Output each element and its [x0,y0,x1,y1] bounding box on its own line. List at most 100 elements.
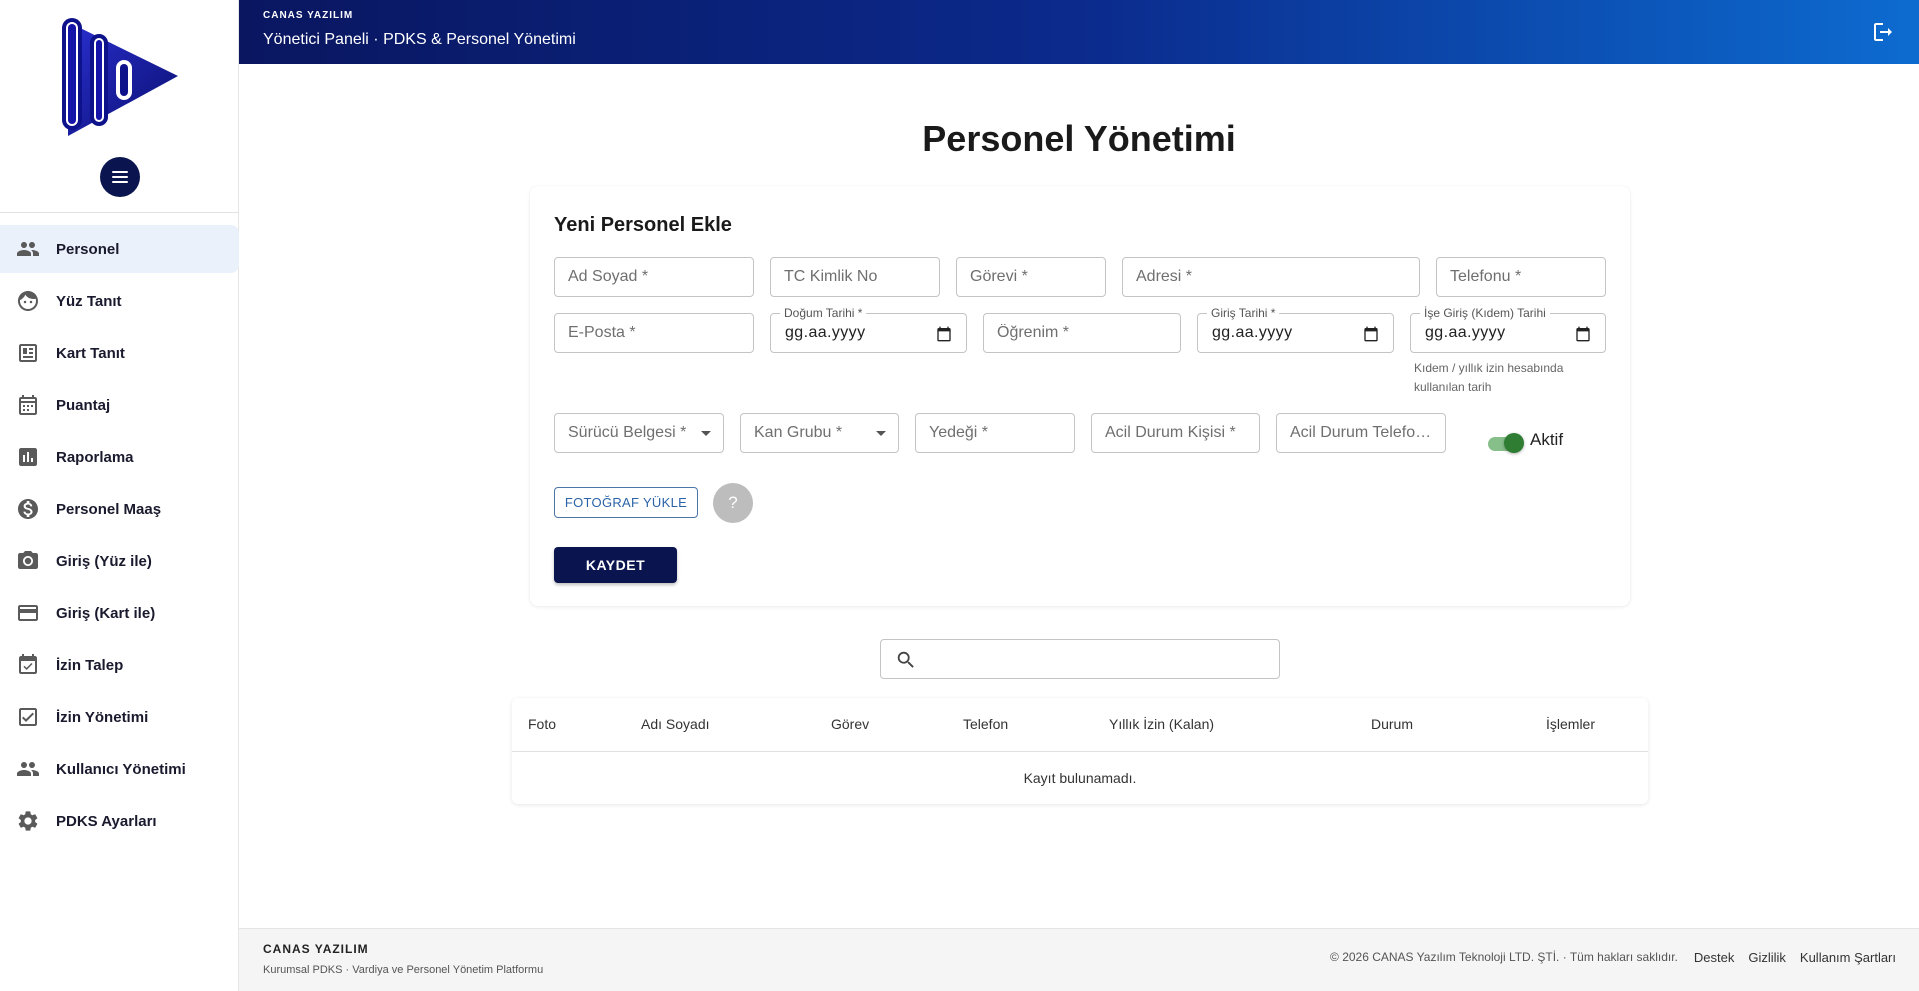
table-header: Foto Adı Soyadı Görev Telefon Yıllık İzi… [512,698,1648,752]
acil-durum-telefonu-input[interactable]: Acil Durum Telefonu * [1276,413,1446,453]
kan-grubu-select[interactable]: Kan Grubu * [740,413,899,453]
aktif-label: Aktif [1530,430,1564,449]
kidem-tarihi-input[interactable]: İşe Giriş (Kıdem) Tarihi gg.aa.yyyy [1410,306,1606,353]
yedegi-input[interactable]: Yedeği * [915,413,1075,453]
adresi-input[interactable]: Adresi * [1122,257,1420,297]
empty-state-text: Kayıt bulunamadı. [1023,770,1137,786]
footer-link-kullanim-sartlari[interactable]: Kullanım Şartları [1800,950,1896,965]
footer: CANAS YAZILIM Kurumsal PDKS · Vardiya ve… [239,928,1919,991]
page-title: Personel Yönetimi [922,118,1236,159]
surucu-belgesi-select[interactable]: Sürücü Belgesi * [554,413,724,453]
ogrenim-placeholder: Öğrenim * [997,324,1070,341]
tc-kimlik-input[interactable]: TC Kimlik No [770,257,940,297]
dogum-tarihi-value: gg.aa.yyyy [785,324,866,341]
sidebar-item-label: Yüz Tanıt [56,292,122,310]
top-header: CANAS YAZILIM Yönetici Paneli · PDKS & P… [239,0,1919,64]
dollar-icon [18,499,38,519]
bar-chart-icon [19,448,37,466]
upload-photo-button[interactable]: FOTOĞRAF YÜKLE [554,487,698,518]
save-button[interactable]: KAYDET [554,547,677,583]
dogum-tarihi-label: Doğum Tarihi * [780,306,867,320]
personnel-table: Foto Adı Soyadı Görev Telefon Yıllık İzi… [512,698,1648,804]
sidebar-nav: Personel Yüz Tanıt Kart Tanıt Puantaj Ra… [0,225,239,849]
sidebar-item-pdks-ayarlari[interactable]: PDKS Ayarları [0,797,239,845]
ad-soyad-placeholder: Ad Soyad * [568,268,649,285]
footer-brand: CANAS YAZILIM [263,942,369,956]
search-icon [897,651,914,668]
footer-copyright: © 2026 CANAS Yazılım Teknoloji LTD. ŞTİ.… [1330,950,1678,964]
sidebar-item-label: Giriş (Kart ile) [56,604,156,622]
acil-durum-telefonu-placeholder: Acil Durum Telefonu * [1290,424,1436,441]
gear-icon [18,811,38,831]
company-logo [62,18,178,136]
menu-toggle-button[interactable] [100,157,140,197]
sidebar-item-izin-talep[interactable]: İzin Talep [0,641,239,689]
telefonu-placeholder: Telefonu * [1450,268,1522,285]
header-title: Yönetici Paneli · PDKS & Personel Yöneti… [263,31,576,48]
sidebar-item-kullanici-yonetimi[interactable]: Kullanıcı Yönetimi [0,745,239,793]
sidebar-item-kart-tanit[interactable]: Kart Tanıt [0,329,239,377]
column-header-durum: Durum [1371,716,1414,732]
eposta-input[interactable]: E-Posta * [554,313,754,353]
sidebar-item-label: İzin Yönetimi [56,708,149,726]
ad-soyad-input[interactable]: Ad Soyad * [554,257,754,297]
column-header-adi-soyadi: Adı Soyadı [641,716,710,732]
calendar-icon[interactable] [936,326,952,342]
ogrenim-input[interactable]: Öğrenim * [983,313,1181,353]
column-header-gorev: Görev [831,716,870,732]
event-available-icon [19,654,37,674]
acil-durum-kisisi-placeholder: Acil Durum Kişisi * [1105,424,1236,441]
people-icon [17,762,39,776]
sidebar-item-raporlama[interactable]: Raporlama [0,433,239,481]
tc-kimlik-placeholder: TC Kimlik No [784,268,878,285]
avatar: ? [713,483,753,523]
column-header-islemler: İşlemler [1546,716,1596,732]
giris-tarihi-value: gg.aa.yyyy [1212,324,1293,341]
toggle-thumb [1504,433,1524,453]
sidebar-item-personel[interactable]: Personel [0,225,239,273]
form-title: Yeni Personel Ekle [554,214,732,236]
header-brand: CANAS YAZILIM [263,10,354,21]
telefonu-input[interactable]: Telefonu * [1436,257,1606,297]
gorevi-placeholder: Görevi * [970,268,1028,285]
acil-durum-kisisi-input[interactable]: Acil Durum Kişisi * [1091,413,1260,453]
footer-link-gizlilik[interactable]: Gizlilik [1748,950,1786,965]
sidebar-item-izin-yonetimi[interactable]: İzin Yönetimi [0,693,239,741]
aktif-toggle[interactable] [1484,431,1524,455]
kan-grubu-placeholder: Kan Grubu * [754,424,843,441]
sidebar-item-label: Kullanıcı Yönetimi [56,760,186,778]
column-header-foto: Foto [528,716,557,732]
chevron-down-icon [701,431,711,436]
giris-tarihi-label: Giriş Tarihi * [1207,306,1280,320]
sidebar-item-giris-yuz[interactable]: Giriş (Yüz ile) [0,537,239,585]
surucu-belgesi-placeholder: Sürücü Belgesi * [568,424,687,441]
sidebar-item-label: Personel Maaş [56,500,162,518]
sidebar-divider [0,212,239,213]
hamburger-icon [112,171,128,183]
new-personnel-form-card: Yeni Personel Ekle Ad Soyad * TC Kimlik … [530,186,1630,606]
search-input[interactable] [927,640,1267,678]
kidem-helper-text: Kıdem / yıllık izin hesabında kullanılan… [1414,361,1564,394]
camera-icon [18,551,38,569]
gorevi-input[interactable]: Görevi * [956,257,1106,297]
kidem-tarihi-value: gg.aa.yyyy [1425,324,1506,341]
sidebar-item-label: Puantaj [56,396,111,414]
sidebar-item-label: İzin Talep [56,656,124,674]
sidebar-item-giris-kart[interactable]: Giriş (Kart ile) [0,589,239,637]
dogum-tarihi-input[interactable]: Doğum Tarihi * gg.aa.yyyy [770,306,967,353]
giris-tarihi-input[interactable]: Giriş Tarihi * gg.aa.yyyy [1197,306,1394,353]
sidebar-item-yuz-tanit[interactable]: Yüz Tanıt [0,277,239,325]
footer-link-destek[interactable]: Destek [1694,950,1734,965]
calendar-icon [19,395,37,415]
calendar-icon[interactable] [1363,326,1379,342]
sidebar-item-puantaj[interactable]: Puantaj [0,381,239,429]
sidebar-item-personel-maas[interactable]: Personel Maaş [0,485,239,533]
people-icon [17,242,39,256]
sidebar-item-label: Raporlama [56,448,134,466]
credit-card-icon [18,605,38,621]
sidebar-item-label: PDKS Ayarları [56,812,157,830]
calendar-icon[interactable] [1575,326,1591,342]
logout-icon[interactable] [1871,20,1895,44]
eposta-placeholder: E-Posta * [568,324,636,341]
face-icon [18,291,38,311]
